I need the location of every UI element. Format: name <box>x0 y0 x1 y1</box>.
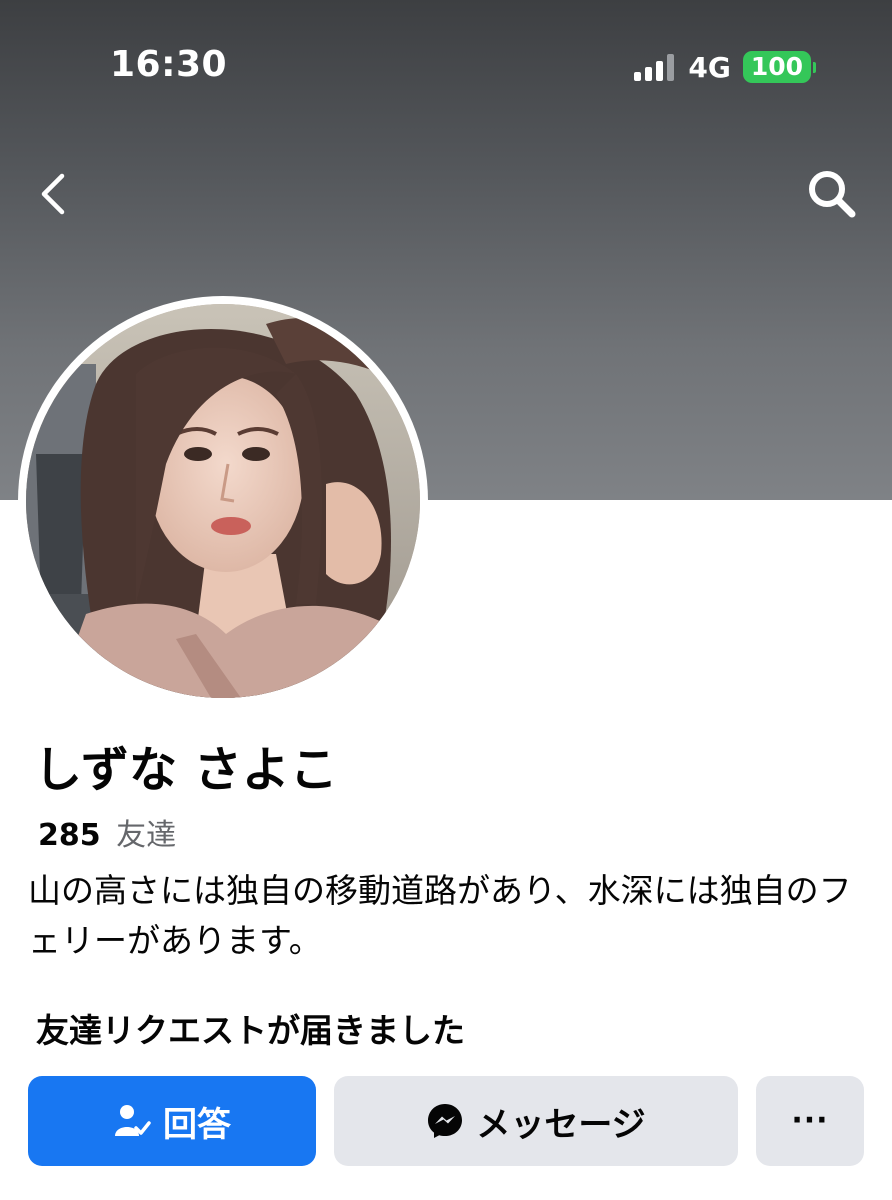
search-icon <box>809 171 856 218</box>
friends-count-link[interactable]: 285 友達 <box>38 810 176 854</box>
answer-label: 回答 <box>163 1104 231 1145</box>
search-button[interactable] <box>802 164 862 224</box>
chevron-left-icon <box>41 173 65 215</box>
more-icon: ··· <box>791 1103 829 1138</box>
profile-page: 16:30 4G 100 しずな さよこ 285 友達 山の高さには独自の移動道… <box>0 0 892 1200</box>
network-type: 4G <box>688 50 731 84</box>
more-options-button[interactable]: ··· <box>756 1076 864 1166</box>
battery-level: 100 <box>742 51 811 83</box>
avatar-image <box>26 304 420 698</box>
answer-button[interactable]: 回答 <box>28 1076 316 1166</box>
status-indicators: 4G 100 <box>634 50 816 84</box>
person-check-icon <box>115 1105 151 1136</box>
profile-picture-frame <box>18 296 428 706</box>
battery-icon: 100 <box>742 51 816 83</box>
friends-count: 285 <box>38 818 101 853</box>
profile-bio: 山の高さには独自の移動道路があり、水深には独自のフェリーがあります。 <box>28 871 852 960</box>
message-label: メッセージ <box>476 1104 646 1145</box>
message-button[interactable]: メッセージ <box>334 1076 738 1166</box>
messenger-icon <box>428 1104 463 1138</box>
status-time: 16:30 <box>110 44 228 85</box>
back-button[interactable] <box>30 164 80 224</box>
signal-strength-icon <box>634 53 675 81</box>
friends-label: 友達 <box>116 818 177 853</box>
friend-request-title: 友達リクエストが届きました <box>36 1011 465 1050</box>
profile-name: しずな さよこ <box>34 742 338 798</box>
profile-picture[interactable] <box>26 304 420 698</box>
